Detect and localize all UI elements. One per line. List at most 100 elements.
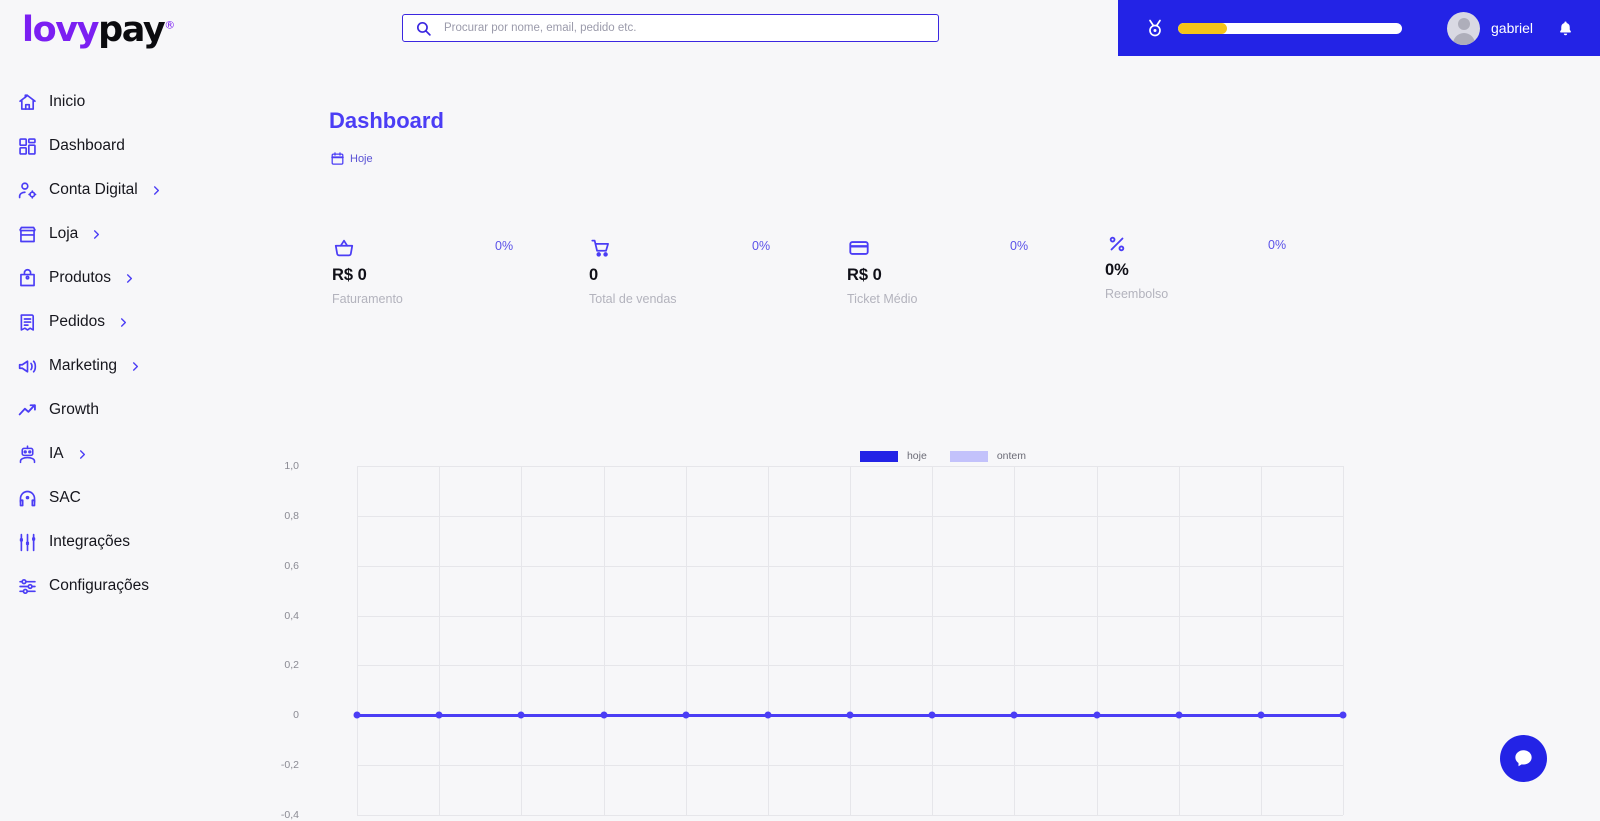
home-icon [19, 93, 36, 110]
brand-logo-part1: lovy [22, 10, 99, 50]
megaphone-icon [18, 359, 37, 373]
chart-line-segment [357, 713, 440, 717]
registered-mark: ® [164, 18, 175, 32]
brand-logo-part2: pay [98, 10, 166, 50]
sidebar-item-integracoes[interactable]: Integrações [0, 520, 300, 564]
sidebar-item-inicio[interactable]: Inicio [0, 80, 300, 124]
chart-gridline-v [439, 466, 440, 815]
legend-label-ontem[interactable]: ontem [997, 450, 1026, 462]
chart-y-tick-label: 0 [293, 709, 299, 722]
date-filter[interactable]: Hoje [330, 151, 373, 166]
chart-line-segment [521, 713, 604, 717]
sidebar-item-label: Configurações [49, 577, 149, 594]
sidebar-item-label: Growth [49, 401, 99, 418]
chart-data-point[interactable] [517, 711, 525, 719]
chart-data-point[interactable] [600, 711, 607, 719]
medal-icon [1149, 19, 1161, 37]
chart-y-tick-label: -0,4 [280, 809, 299, 821]
sidebar-item-loja[interactable]: Loja [0, 212, 300, 256]
chart-data-point[interactable] [928, 711, 936, 719]
avatar-head [1457, 17, 1470, 30]
sidebar-item-label: Produtos [49, 269, 112, 286]
chart-data-point[interactable] [682, 711, 690, 719]
chevron-right-icon [127, 273, 133, 283]
chart-line-segment [850, 713, 933, 717]
sidebar: Inicio Dashboard Conta Digital Loja Prod… [0, 80, 300, 608]
sidebar-item-configuracoes[interactable]: Configurações [0, 564, 300, 608]
chart-gridline-v [604, 466, 605, 815]
chart-y-tick-label: 0,2 [284, 659, 299, 672]
sidebar-item-marketing[interactable]: Marketing [0, 344, 300, 388]
search-icon [416, 21, 431, 36]
stats-row: 0% R$ 0 Faturamento 0% 0 Total de vendas… [315, 234, 1335, 326]
date-filter-label: Hoje [350, 152, 373, 165]
chevron-right-icon [94, 229, 100, 239]
sidebar-item-label: Pedidos [49, 313, 106, 330]
robot-icon [19, 444, 36, 463]
stat-value: 0% [1105, 261, 1129, 279]
chart-line-segment [1260, 713, 1343, 717]
avatar-body [1452, 32, 1475, 45]
search-input[interactable] [444, 22, 904, 34]
sales-line-chart: hoje ontem 1,0 0,8 0,6 0,4 0,2 0 -0,2 -0,4 [281, 446, 1600, 821]
chart-data-point[interactable] [353, 711, 361, 719]
chart-y-tick-label: 1,0 [284, 460, 299, 472]
chart-line-segment [932, 713, 1015, 717]
chart-gridline-h [357, 815, 1343, 816]
cart-icon [591, 239, 609, 257]
username-label[interactable]: gabriel [1491, 20, 1533, 36]
chart-data-point[interactable] [1339, 711, 1347, 719]
bell-icon[interactable] [1557, 19, 1574, 38]
stat-caption: Reembolso [1105, 287, 1169, 301]
stat-percent: 0% [1010, 239, 1029, 253]
chart-gridline-v [1179, 466, 1180, 815]
avatar[interactable] [1447, 11, 1480, 45]
sidebar-item-produtos[interactable]: Produtos [0, 256, 300, 300]
chart-data-point[interactable] [1010, 711, 1018, 719]
chevron-right-icon [153, 185, 159, 195]
sidebar-item-sac[interactable]: SAC [0, 476, 300, 520]
chat-bubble-icon [1515, 750, 1532, 767]
sidebar-item-label: Integrações [49, 533, 130, 550]
sidebar-item-dashboard[interactable]: Dashboard [0, 124, 300, 168]
sidebar-item-ia[interactable]: IA [0, 432, 300, 476]
sidebar-item-label: Marketing [49, 357, 118, 374]
chart-line-segment [1014, 713, 1097, 717]
chart-data-point[interactable] [1093, 711, 1100, 719]
sidebar-item-conta-digital[interactable]: Conta Digital [0, 168, 300, 212]
chart-line-segment [767, 713, 850, 717]
chart-data-point[interactable] [1257, 711, 1265, 719]
xp-progress-bar [1178, 22, 1402, 34]
stat-value: R$ 0 [332, 266, 367, 284]
search-bar[interactable] [402, 14, 939, 42]
chart-data-point[interactable] [846, 711, 854, 719]
chart-line-segment [685, 713, 768, 717]
trending-up-icon [18, 403, 36, 415]
chart-gridline-v [768, 466, 769, 815]
chart-gridline-v [357, 466, 358, 815]
sidebar-item-label: Loja [49, 225, 79, 242]
settings-icon [19, 578, 36, 594]
stat-percent: 0% [752, 239, 771, 253]
chart-gridline-v [521, 466, 522, 815]
chart-line-segment [1178, 713, 1261, 717]
header-blue-panel: gabriel [1118, 0, 1600, 56]
brand-logo[interactable]: lovypay® [22, 10, 175, 50]
chart-data-point[interactable] [435, 711, 443, 719]
main-content: Dashboard Hoje 0% R$ 0 Faturamento 0% 0 … [281, 56, 1600, 821]
stat-percent: 0% [1268, 238, 1287, 252]
legend-label-hoje[interactable]: hoje [907, 450, 927, 462]
sliders-icon [19, 533, 36, 551]
chart-gridline-v [932, 466, 933, 815]
xp-progress-fill [1178, 22, 1228, 34]
chevron-right-icon [79, 449, 85, 459]
chart-data-point[interactable] [1175, 711, 1183, 719]
sidebar-item-growth[interactable]: Growth [0, 388, 300, 432]
stat-value: R$ 0 [847, 266, 882, 284]
chat-button[interactable] [1500, 735, 1547, 782]
stat-caption: Faturamento [332, 292, 403, 306]
chevron-right-icon [120, 317, 127, 327]
sidebar-item-pedidos[interactable]: Pedidos [0, 300, 300, 344]
chart-data-point[interactable] [764, 711, 772, 719]
top-bar: lovypay® gabriel [0, 0, 1600, 56]
